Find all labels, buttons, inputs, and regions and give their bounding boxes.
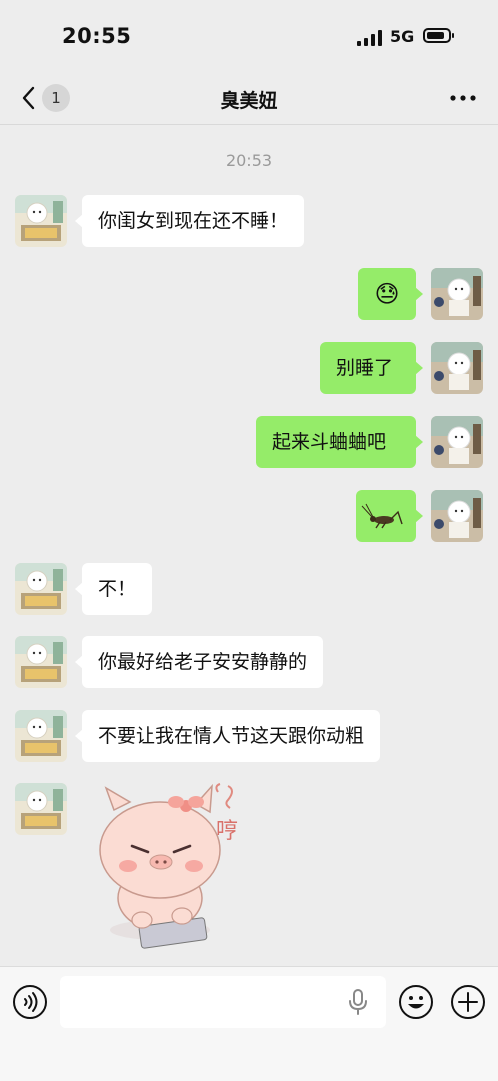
message-input[interactable] [60, 976, 386, 1028]
status-bar: 20:55 5G [0, 0, 498, 74]
voice-toggle-icon[interactable] [12, 984, 48, 1020]
my-avatar[interactable] [431, 416, 483, 468]
microphone-icon[interactable] [346, 988, 370, 1016]
incoming-message[interactable]: 你最好给老子安安静静的 [74, 636, 324, 688]
contact-avatar[interactable] [15, 710, 67, 762]
chat-title: 臭美妞 [220, 90, 278, 112]
signal-icon [357, 30, 383, 46]
contact-avatar[interactable] [15, 195, 67, 247]
my-avatar[interactable] [431, 268, 483, 320]
cricket-icon [361, 503, 403, 529]
status-time: 20:55 [62, 24, 132, 48]
outgoing-emoji-message[interactable]: 😓 [358, 268, 423, 320]
incoming-message[interactable]: 不！ [74, 563, 153, 615]
sticker-text: 哼 [216, 819, 238, 844]
pig-sticker-icon: 哼 [99, 783, 238, 949]
my-avatar[interactable] [431, 490, 483, 542]
battery-icon [423, 28, 454, 43]
incoming-sticker-message[interactable]: 哼 [92, 780, 252, 950]
network-label: 5G [390, 27, 415, 46]
incoming-message[interactable]: 你闺女到现在还不睡！ [74, 195, 305, 247]
more-icon[interactable] [448, 88, 478, 108]
contact-avatar[interactable] [15, 563, 67, 615]
incoming-message[interactable]: 不要让我在情人节这天跟你动粗 [74, 710, 381, 762]
contact-avatar[interactable] [15, 636, 67, 688]
input-bar [0, 966, 498, 1081]
plus-icon[interactable] [450, 984, 486, 1020]
emoji-icon[interactable] [398, 984, 434, 1020]
my-avatar[interactable] [431, 342, 483, 394]
outgoing-message[interactable]: 起来斗蛐蛐吧 [256, 416, 423, 468]
outgoing-message[interactable]: 别睡了 [320, 342, 423, 394]
contact-avatar[interactable] [15, 783, 67, 835]
message-timestamp: 20:53 [225, 151, 273, 170]
outgoing-image-message[interactable] [356, 490, 423, 542]
chat-header: 1 臭美妞 [0, 74, 498, 125]
